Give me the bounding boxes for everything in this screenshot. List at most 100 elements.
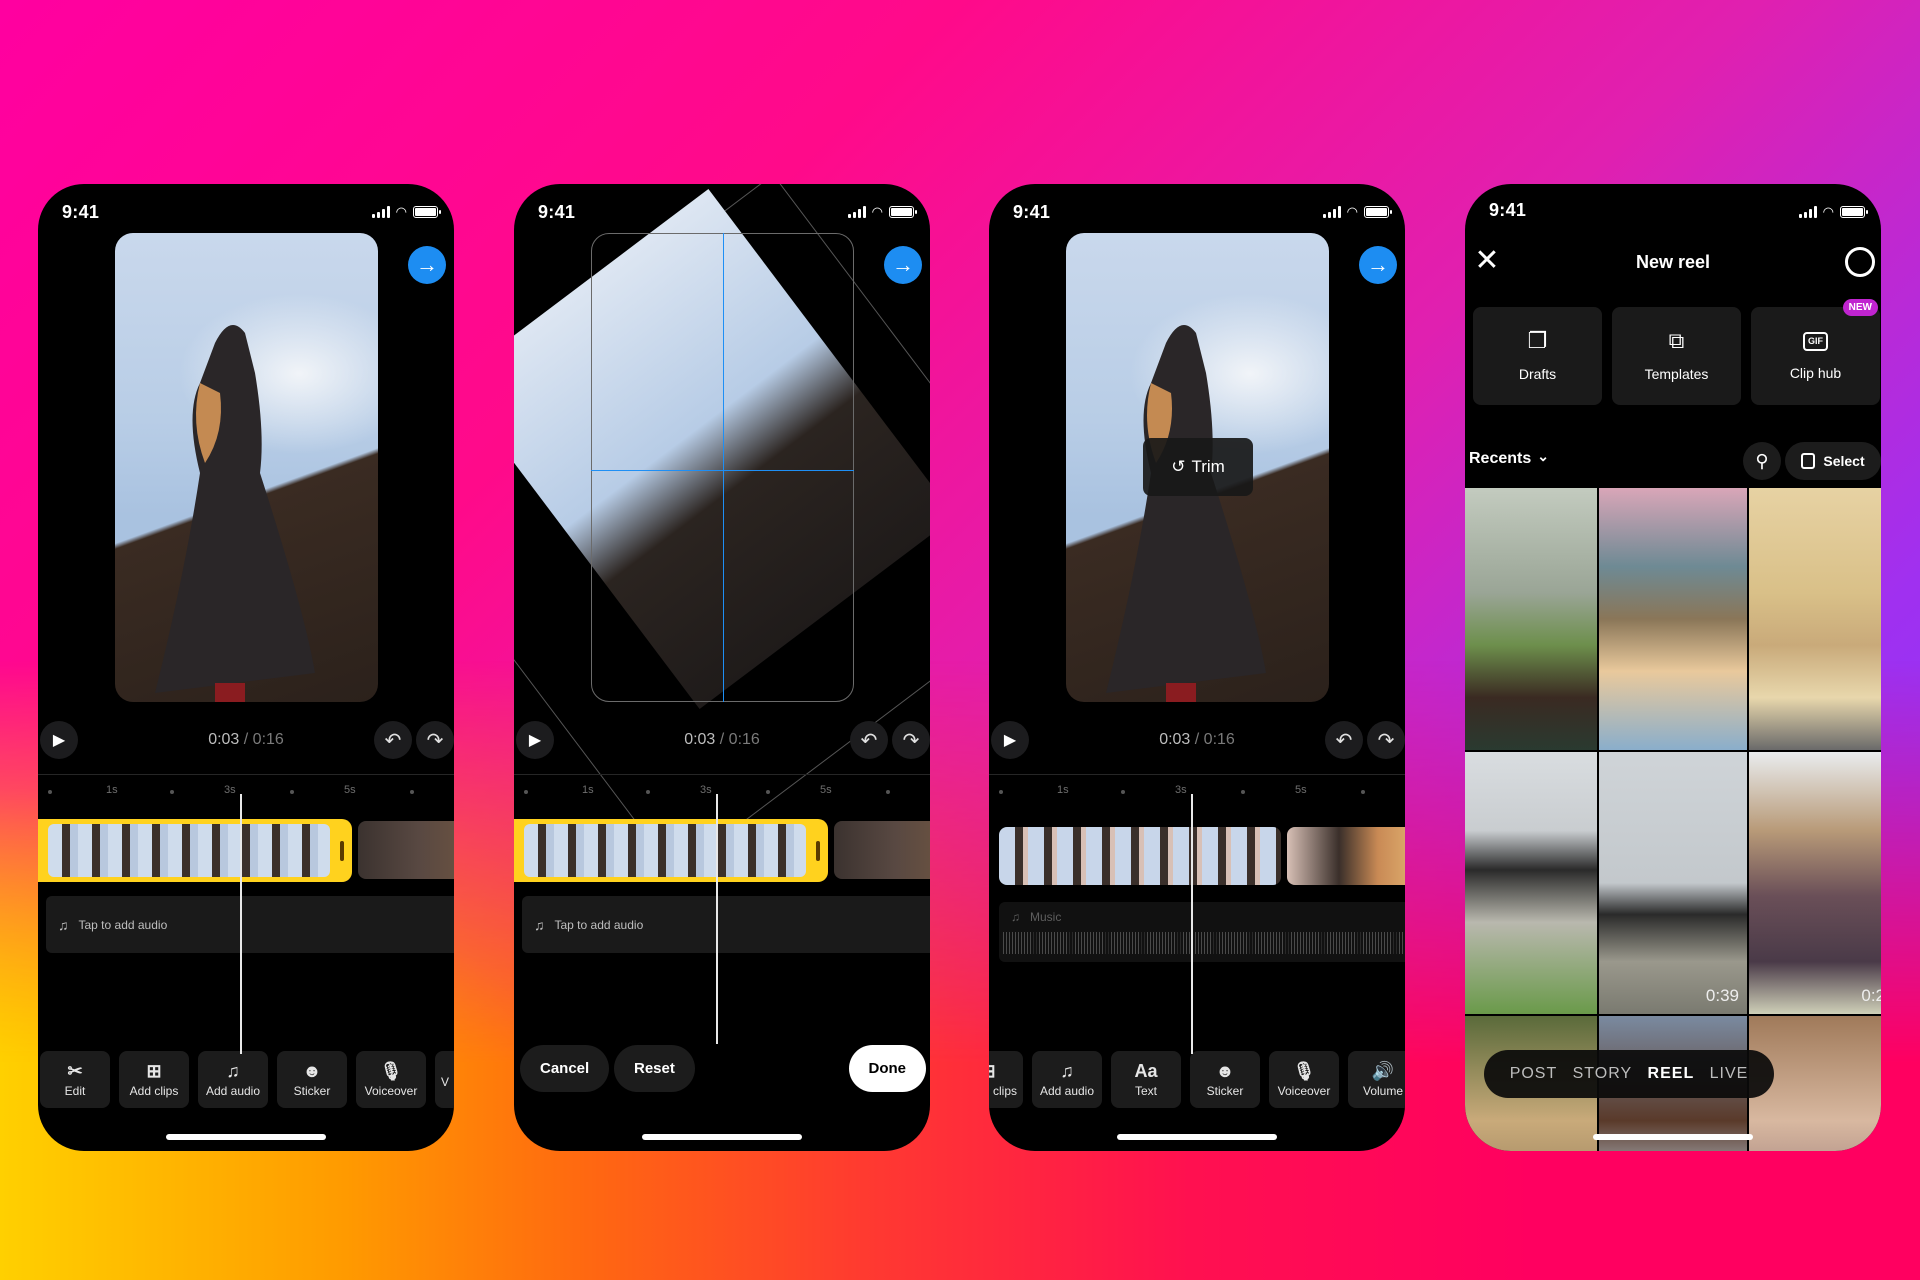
clip-timeline[interactable] <box>514 819 930 882</box>
mode-reel[interactable]: REEL <box>1648 1065 1695 1083</box>
status-icons: ◠ <box>1798 204 1868 220</box>
shortcut-label: Templates <box>1644 366 1709 382</box>
clip-1[interactable] <box>999 827 1281 885</box>
phone-editor-music: 9:41 ◠ ↺ Trim → ▶ 0:03 / 0:16 ↶ ↷ 1s 3s … <box>989 184 1405 1151</box>
ruler-dot <box>886 790 890 794</box>
ruler-label: 5s <box>820 784 832 796</box>
mode-live[interactable]: LIVE <box>1710 1065 1749 1083</box>
trim-handle[interactable] <box>340 841 344 861</box>
mode-story[interactable]: STORY <box>1573 1065 1633 1083</box>
clip-timeline[interactable] <box>999 827 1405 885</box>
voiceover-button[interactable]: 🎙 Voiceover <box>356 1051 426 1108</box>
playhead[interactable] <box>716 794 718 1044</box>
done-button[interactable]: Done <box>848 1045 926 1092</box>
selected-clip[interactable] <box>38 819 352 882</box>
settings-gear-icon[interactable] <box>1845 247 1875 277</box>
add-clips-button[interactable]: ⊞ clips <box>989 1051 1023 1108</box>
status-time: 9:41 <box>538 202 576 222</box>
text-button[interactable]: Aa Text <box>1111 1051 1181 1108</box>
scissors-icon: ✂ <box>67 1060 83 1081</box>
cancel-button[interactable]: Cancel <box>520 1045 610 1092</box>
playback-controls: ▶ 0:03 / 0:16 ↶ ↷ <box>38 721 454 761</box>
undo-button[interactable]: ↶ <box>1325 721 1363 759</box>
tool-label: Voiceover <box>364 1083 418 1098</box>
voiceover-button[interactable]: 🎙 Voiceover <box>1269 1051 1339 1108</box>
next-button[interactable]: → <box>408 246 446 284</box>
timeline-ruler: 1s 3s 5s <box>514 782 930 800</box>
trim-button[interactable]: ↺ Trim <box>1143 438 1253 496</box>
selected-clip[interactable] <box>514 819 828 882</box>
mode-post[interactable]: POST <box>1510 1065 1558 1083</box>
tool-label: Sticker <box>293 1083 331 1098</box>
audio-track[interactable]: ♫ Tap to add audio <box>46 896 454 953</box>
next-button[interactable]: → <box>1359 246 1397 284</box>
recents-dropdown[interactable]: Recents ⌄ <box>1469 448 1549 468</box>
video-duration: 0:2 <box>1861 986 1881 1005</box>
trim-icon: ↺ <box>1171 457 1186 476</box>
ruler-dot <box>170 790 174 794</box>
add-audio-button[interactable]: ♫ Add audio <box>198 1051 268 1108</box>
tool-label: Voiceover <box>1277 1083 1331 1098</box>
video-preview[interactable] <box>115 233 378 702</box>
gallery-thumbnail[interactable]: 0:2 <box>1749 752 1881 1014</box>
ruler-label: 1s <box>106 784 118 796</box>
phone-editor: 9:41 ◠ → ▶ 0:03 / 0:16 ↶ ↷ 1s 3s 5s ♫ Ta… <box>38 184 454 1151</box>
next-clip[interactable] <box>834 821 930 879</box>
ruler-label: 3s <box>1175 784 1187 796</box>
music-track[interactable]: ♫ Music <box>999 902 1405 962</box>
clip-hub-button[interactable]: GIF Clip hub NEW <box>1751 299 1880 405</box>
gallery-thumbnail[interactable] <box>1465 752 1597 1014</box>
drafts-button[interactable]: ❐ Drafts <box>1473 307 1602 405</box>
volume-button[interactable]: 🔊 Volume <box>1348 1051 1405 1108</box>
total-time: 0:16 <box>252 731 284 748</box>
text-icon: Aa <box>1134 1060 1158 1081</box>
trim-handle[interactable] <box>816 841 820 861</box>
recents-label: Recents <box>1469 450 1532 467</box>
add-audio-button[interactable]: ♫ Add audio <box>1032 1051 1102 1108</box>
timeline-ruler: 1s 3s 5s <box>38 782 454 800</box>
tool-label: V <box>441 1074 450 1089</box>
select-button[interactable]: Select <box>1785 442 1881 480</box>
audio-waveform <box>1003 932 1405 954</box>
edit-button[interactable]: ✂ Edit <box>40 1051 110 1108</box>
total-time: 0:16 <box>1203 731 1235 748</box>
gallery-header: Recents ⌄ ⚲ Select <box>1465 440 1881 482</box>
ruler-dot <box>646 790 650 794</box>
add-clip-icon: ⊞ <box>989 1062 996 1080</box>
redo-button[interactable]: ↷ <box>416 721 454 759</box>
status-time: 9:41 <box>1489 200 1527 220</box>
gallery-thumbnail[interactable]: 0:39 <box>1599 752 1747 1014</box>
undo-button[interactable]: ↶ <box>850 721 888 759</box>
tool-label: Add audio <box>205 1083 261 1098</box>
add-clips-button[interactable]: ⊞ Add clips <box>119 1051 189 1108</box>
tool-label: Sticker <box>1206 1083 1244 1098</box>
microphone-icon: 🎙 <box>1292 1060 1316 1081</box>
sticker-button[interactable]: ☻ Sticker <box>1190 1051 1260 1108</box>
clip-2[interactable] <box>1287 827 1405 885</box>
gallery-thumbnail[interactable] <box>1465 488 1597 750</box>
playhead[interactable] <box>240 794 242 1054</box>
templates-button[interactable]: ⧉ Templates <box>1612 307 1741 405</box>
undo-button[interactable]: ↶ <box>374 721 412 759</box>
gallery-thumbnail[interactable] <box>1749 488 1881 750</box>
playhead[interactable] <box>1191 794 1193 1054</box>
next-button[interactable]: → <box>884 246 922 284</box>
wifi-icon: ◠ <box>1346 204 1358 219</box>
battery-icon <box>1840 206 1868 218</box>
next-clip[interactable] <box>358 821 454 879</box>
gallery-thumbnail[interactable] <box>1599 488 1747 750</box>
sticker-button[interactable]: ☻ Sticker <box>277 1051 347 1108</box>
clip-timeline[interactable] <box>38 819 454 882</box>
search-button[interactable]: ⚲ <box>1743 442 1781 480</box>
redo-button[interactable]: ↷ <box>1367 721 1405 759</box>
battery-icon <box>413 206 441 218</box>
redo-button[interactable]: ↷ <box>892 721 930 759</box>
battery-icon <box>889 206 917 218</box>
person-figure <box>155 325 315 702</box>
status-icons: ◠ <box>1322 204 1392 220</box>
drafts-icon: ❐ <box>1527 328 1548 353</box>
audio-track[interactable]: ♫ Tap to add audio <box>522 896 930 953</box>
add-audio-icon: ♫ <box>1060 1060 1074 1081</box>
partial-tool-button[interactable]: V <box>435 1051 454 1108</box>
reset-button[interactable]: Reset <box>614 1045 695 1092</box>
